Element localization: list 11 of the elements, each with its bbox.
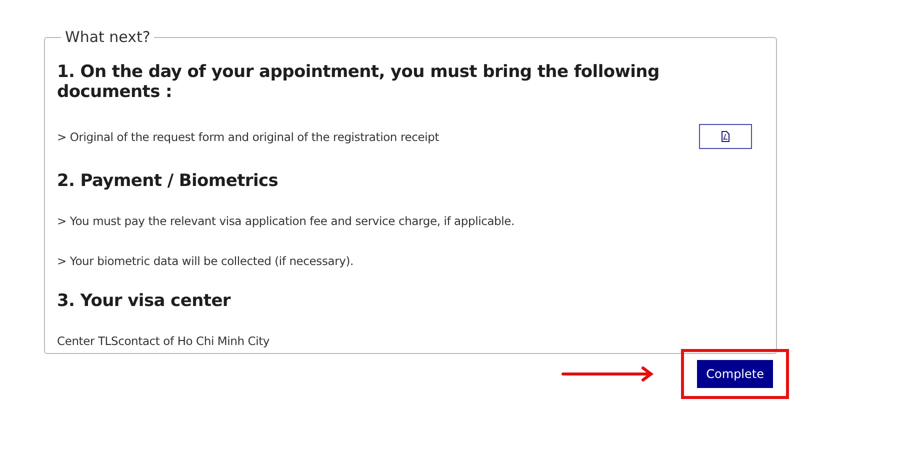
info-text: > You must pay the relevant visa application fee and service charge, if applicable. xyxy=(57,214,514,228)
section-heading: 1. On the day of your appointment, you must bring the following documents : xyxy=(57,62,660,102)
complete-button[interactable]: Complete xyxy=(697,360,773,388)
info-text: > Original of the request form and original of the registration receipt xyxy=(57,130,440,144)
pdf-file-icon xyxy=(721,131,730,142)
info-text: Center TLScontact of Ho Chi Minh City xyxy=(57,334,270,348)
section-heading: 3. Your visa center xyxy=(57,291,232,311)
info-text: > Your biometric data will be collected (if necessary). xyxy=(57,254,354,268)
panel-legend: What next? xyxy=(61,28,154,46)
download-button[interactable] xyxy=(699,124,752,149)
section-heading: 2. Payment / Biometrics xyxy=(57,171,280,191)
